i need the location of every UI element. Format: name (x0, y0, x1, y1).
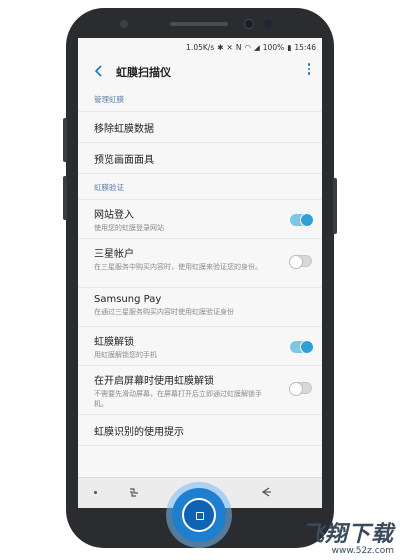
nav-dot-icon[interactable] (94, 491, 97, 494)
sensor-icon (120, 20, 128, 28)
iris-sensor-icon (264, 20, 272, 28)
watermark: 飞翔下载 www.52z.com (302, 516, 394, 556)
item-label: 在开启屏幕时使用虹膜解锁 (94, 376, 214, 387)
list-item-screen-on-unlock[interactable]: 在开启屏幕时使用虹膜解锁 不需要先滑动屏幕，在屏幕打开后立即通过虹膜解锁手机。 (78, 365, 322, 414)
item-label: 网站登入 (94, 210, 134, 221)
list-item-preview-mask[interactable]: 预览画面面具 (78, 142, 322, 173)
section-header-verify: 虹膜验证 (78, 173, 322, 199)
page-title: 虹膜扫描仪 (116, 66, 171, 79)
battery-icon: ▮ (287, 42, 292, 52)
battery-level: 100% (262, 42, 285, 52)
screen-on-unlock-toggle[interactable] (289, 382, 312, 396)
home-button[interactable] (172, 488, 226, 542)
clock: 15:46 (294, 42, 316, 52)
wifi-icon: ◠ (244, 42, 251, 52)
list-item-remove-iris[interactable]: 移除虹膜数据 (78, 111, 322, 142)
home-square-icon (196, 512, 204, 520)
item-description: 在通过三星服务购买内容时使用虹膜验证身份 (94, 308, 234, 316)
phone-frame: 1.05K/s ✱ ✕ N ◠ ◢ 100% ▮ 15:46 虹膜扫描仪 管理虹… (63, 8, 337, 548)
front-camera-icon (244, 19, 254, 29)
item-label: 预览画面面具 (94, 155, 154, 166)
item-label: 三星帐户 (94, 249, 134, 260)
item-label: 虹膜解锁 (94, 337, 134, 348)
earpiece-speaker (170, 22, 228, 26)
item-description: 不需要先滑动屏幕，在屏幕打开后立即通过虹膜解锁手机。 (94, 390, 262, 408)
network-speed: 1.05K/s (186, 42, 215, 52)
list-item-iris-unlock[interactable]: 虹膜解锁 用虹膜解锁您的手机 (78, 326, 322, 365)
app-bar: 虹膜扫描仪 (78, 56, 322, 86)
signal-icon: ◢ (254, 42, 260, 52)
recent-apps-icon[interactable] (128, 486, 140, 498)
list-item-samsung-pay[interactable]: Samsung Pay 在通过三星服务购买内容时使用虹膜验证身份 (78, 287, 322, 326)
web-login-toggle[interactable] (290, 213, 314, 227)
more-options-icon[interactable] (302, 61, 316, 81)
item-label: 移除虹膜数据 (94, 124, 154, 135)
status-bar: 1.05K/s ✱ ✕ N ◠ ◢ 100% ▮ 15:46 (186, 40, 316, 54)
watermark-brand: 飞翔下载 (301, 522, 394, 547)
settings-list: 管理虹膜 移除虹膜数据 预览画面面具 虹膜验证 网站登入 使用您的虹膜登录网站 … (78, 86, 322, 446)
nav-back-icon[interactable] (260, 485, 272, 499)
item-description: 在三星服务中购买内容时，使用虹膜来验证您的身份。 (94, 263, 262, 271)
screen: 1.05K/s ✱ ✕ N ◠ ◢ 100% ▮ 15:46 虹膜扫描仪 管理虹… (78, 38, 322, 508)
samsung-account-toggle[interactable] (289, 255, 312, 269)
item-description: 使用您的虹膜登录网站 (94, 224, 164, 232)
nfc-icon: N (235, 42, 242, 52)
iris-unlock-toggle[interactable] (290, 340, 314, 354)
item-label: Samsung Pay (94, 294, 162, 305)
volume-down-button (63, 176, 67, 220)
volume-up-button (63, 118, 67, 162)
back-arrow-icon[interactable] (90, 62, 108, 80)
mute-icon: ✕ (226, 42, 233, 52)
list-item-samsung-account[interactable]: 三星帐户 在三星服务中购买内容时，使用虹膜来验证您的身份。 (78, 238, 322, 287)
power-button (333, 178, 337, 234)
top-bezel (66, 14, 334, 36)
bluetooth-icon: ✱ (217, 42, 224, 52)
item-label: 虹膜识别的使用提示 (94, 427, 184, 438)
section-header-manage: 管理虹膜 (94, 95, 124, 104)
list-item-web-login[interactable]: 网站登入 使用您的虹膜登录网站 (78, 199, 322, 238)
item-description: 用虹膜解锁您的手机 (94, 351, 157, 359)
list-item-usage-tips[interactable]: 虹膜识别的使用提示 (78, 414, 322, 446)
